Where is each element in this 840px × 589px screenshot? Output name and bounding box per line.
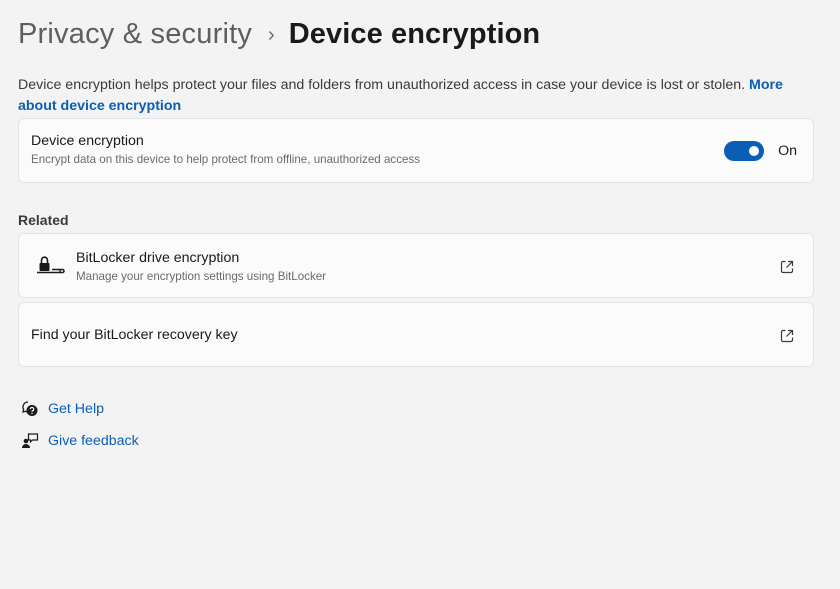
device-encryption-subtitle: Encrypt data on this device to help prot… — [31, 153, 421, 166]
device-encryption-card: Device encryption Encrypt data on this d… — [18, 118, 814, 183]
bitlocker-subtitle: Manage your encryption settings using Bi… — [76, 270, 327, 283]
help-chat-icon — [20, 400, 40, 418]
device-encryption-toggle-group: On — [724, 141, 797, 161]
get-help-label: Get Help — [48, 401, 104, 417]
bitlocker-drive-encryption-item[interactable]: BitLocker drive encryption Manage your e… — [18, 233, 814, 298]
bitlocker-recovery-key-item[interactable]: Find your BitLocker recovery key — [18, 302, 814, 367]
feedback-icon — [20, 432, 40, 450]
device-encryption-title: Device encryption — [31, 133, 144, 149]
breadcrumb: Privacy & security › Device encryption — [18, 18, 540, 51]
related-section-label: Related — [18, 212, 69, 228]
toggle-state-label: On — [778, 143, 797, 159]
page-description: Device encryption helps protect your fil… — [18, 75, 818, 117]
breadcrumb-parent-link[interactable]: Privacy & security — [18, 18, 252, 51]
help-links: Get Help Give feedback — [20, 399, 139, 463]
breadcrumb-separator-icon: › — [268, 24, 275, 46]
give-feedback-link[interactable]: Give feedback — [20, 431, 139, 451]
device-encryption-toggle[interactable] — [724, 141, 765, 161]
bitlocker-title: BitLocker drive encryption — [76, 250, 240, 266]
give-feedback-label: Give feedback — [48, 433, 139, 449]
open-external-icon[interactable] — [779, 259, 795, 280]
page-title: Device encryption — [288, 18, 541, 50]
open-external-icon[interactable] — [779, 328, 795, 349]
description-text: Device encryption helps protect your fil… — [18, 77, 750, 93]
drive-lock-icon — [35, 255, 65, 280]
get-help-link[interactable]: Get Help — [20, 399, 139, 419]
recovery-key-title: Find your BitLocker recovery key — [31, 327, 238, 343]
settings-page: Privacy & security › Device encryption D… — [0, 0, 840, 589]
